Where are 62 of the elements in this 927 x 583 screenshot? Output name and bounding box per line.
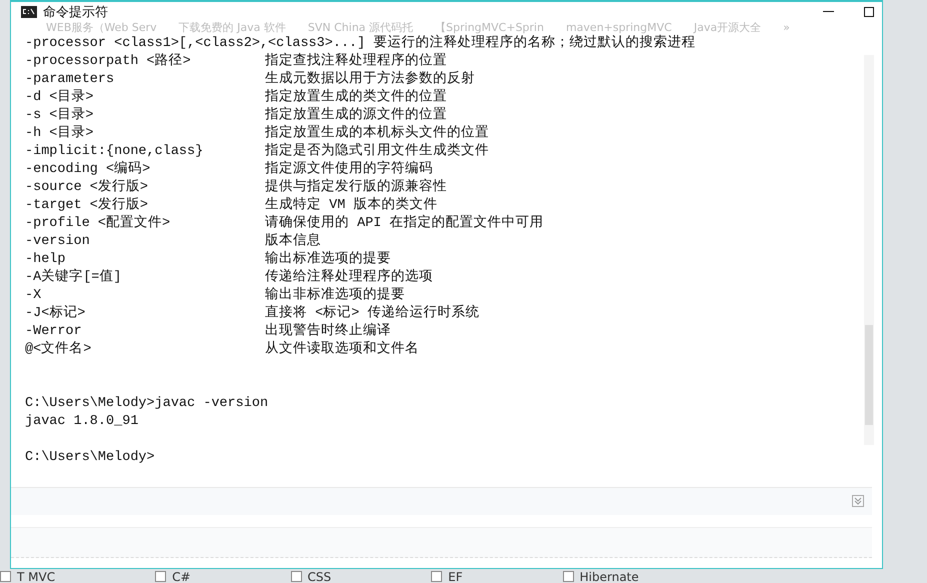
option-text: -d <目录> <box>25 89 95 107</box>
option-description: 输出标准选项的提要 <box>265 251 391 268</box>
option-text: -processor <class1>[,<class2>,<class3>...] <box>25 35 366 52</box>
option-text: -s <目录> <box>25 107 95 125</box>
option-text: -J<标记> <box>25 305 86 323</box>
collapse-icon[interactable] <box>852 495 864 508</box>
option-description: 要运行的注释处理程序的名称；绕过默认的搜索进程 <box>373 35 696 52</box>
option-text: -source <发行版> <box>25 179 150 197</box>
bookmark-link[interactable]: WEB服务（Web Serv <box>46 20 157 35</box>
option-description: 指定放置生成的源文件的位置 <box>265 107 447 124</box>
bookmark-link[interactable]: maven+springMVC <box>566 20 672 35</box>
option-description: 生成元数据以用于方法参数的反射 <box>265 71 475 88</box>
option-description: 输出非标准选项的提要 <box>265 287 405 304</box>
option-text: -encoding <编码> <box>25 161 152 179</box>
checkbox-label: T MVC <box>17 570 56 583</box>
option-description: 出现警告时终止编译 <box>265 323 391 340</box>
checkbox[interactable] <box>431 571 442 582</box>
console-prompt: C:\Users\Melody> <box>25 449 156 467</box>
option-description: 指定查找注释处理程序的位置 <box>265 53 447 70</box>
option-text: -profile <配置文件> <box>25 215 172 233</box>
minimize-icon[interactable] <box>823 11 834 13</box>
checkbox[interactable] <box>290 571 302 582</box>
console-line: javac 1.8.0_91 <box>25 413 140 431</box>
checkbox[interactable] <box>0 571 11 582</box>
option-text: @<文件名> <box>25 341 92 359</box>
option-text: -processorpath <路径> <box>25 53 192 71</box>
option-text: -Werror <box>25 323 83 340</box>
option-text: -implicit:{none,class} <box>25 143 204 160</box>
scrollbar[interactable] <box>864 55 874 445</box>
checkbox-label: Hibernate <box>580 570 639 583</box>
option-text: -version <box>25 233 91 251</box>
option-description: 请确保使用的 API 在指定的配置文件中可用 <box>265 215 544 232</box>
bookmark-link[interactable]: SVN China 源代码托 <box>308 20 414 35</box>
checkbox[interactable] <box>155 571 166 582</box>
bookmark-link[interactable]: 【SpringMVC+Sprin <box>435 20 544 35</box>
option-text: -X <box>25 287 42 305</box>
option-description: 生成特定 VM 版本的类文件 <box>265 197 438 214</box>
maximize-icon[interactable] <box>864 7 874 17</box>
bookmark-link[interactable]: Java开源大全 <box>694 20 762 35</box>
bookmark-link[interactable]: » <box>783 20 790 35</box>
option-description: 指定是否为隐式引用文件生成类文件 <box>265 143 489 160</box>
option-description: 指定放置生成的类文件的位置 <box>265 89 447 106</box>
checkbox-label: CSS <box>308 570 332 583</box>
option-description: 版本信息 <box>265 233 321 250</box>
option-text: -A关键字[=值] <box>25 269 123 287</box>
option-description: 指定放置生成的本机标头文件的位置 <box>265 125 489 142</box>
checkbox-label: C# <box>172 570 191 583</box>
option-text: -h <目录> <box>25 125 95 143</box>
checkbox-label: EF <box>448 570 463 583</box>
bookmark-link[interactable]: 下载免费的 Java 软件 <box>178 20 286 35</box>
console-line: C:\Users\Melody>javac -version <box>25 395 270 413</box>
checkbox[interactable] <box>562 571 574 582</box>
option-description: 指定源文件使用的字符编码 <box>265 161 433 178</box>
console-icon <box>21 6 37 18</box>
option-text: -help <box>25 251 67 268</box>
window-title: 命令提示符 <box>43 4 108 21</box>
option-description: 从文件读取选项和文件名 <box>265 341 419 359</box>
option-description: 传递给注释处理程序的选项 <box>265 269 433 286</box>
option-text: -parameters <box>25 71 116 89</box>
option-text: -target <发行版> <box>25 197 150 214</box>
option-description: 提供与指定发行版的源兼容性 <box>265 179 447 196</box>
option-description: 直接将 <标记> 传递给运行时系统 <box>265 305 480 322</box>
